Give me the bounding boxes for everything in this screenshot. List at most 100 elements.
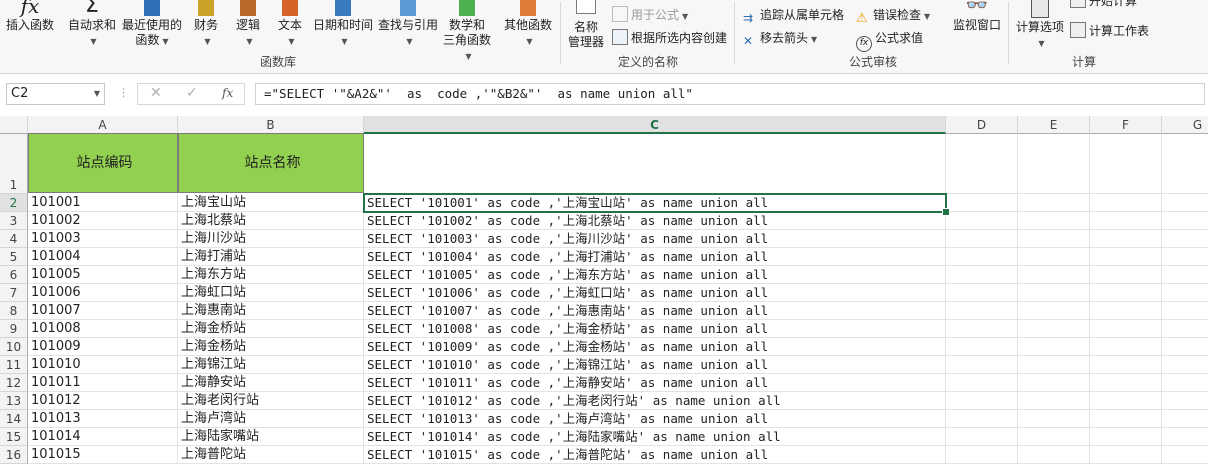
empty-cell[interactable] [1090, 230, 1162, 248]
financial-button[interactable]: 财务 ▼ [188, 0, 224, 49]
cancel-icon[interactable]: ✕ [150, 85, 162, 101]
empty-cell[interactable] [1162, 356, 1208, 374]
text-button[interactable]: 文本 ▼ [272, 0, 308, 49]
empty-cell[interactable] [1162, 428, 1208, 446]
empty-cell[interactable] [1018, 410, 1090, 428]
empty-cell[interactable] [1162, 284, 1208, 302]
empty-cell[interactable] [1090, 266, 1162, 284]
evaluate-formula-button[interactable]: fx 公式求值 [856, 29, 923, 52]
column-header-a[interactable]: A [28, 116, 178, 134]
calculate-sheet-button[interactable]: 计算工作表 [1070, 22, 1149, 40]
empty-cell[interactable] [1018, 248, 1090, 266]
empty-cell[interactable] [1018, 446, 1090, 464]
empty-cell[interactable] [1162, 248, 1208, 266]
name-box[interactable]: C2 ▼ [6, 83, 105, 105]
empty-cell[interactable] [1018, 302, 1090, 320]
empty-cell[interactable] [946, 356, 1018, 374]
empty-cell[interactable] [1018, 428, 1090, 446]
row-header-12[interactable]: 12 [0, 374, 28, 392]
empty-cell[interactable] [1018, 212, 1090, 230]
empty-cell[interactable] [946, 338, 1018, 356]
column-header-g[interactable]: G [1162, 116, 1208, 134]
watch-window-button[interactable]: 👓 监视窗口 [950, 0, 1004, 33]
cell-station-code[interactable]: 101006 [28, 284, 178, 302]
cell-station-name[interactable]: 上海金杨站 [178, 338, 364, 356]
cell-station-code[interactable]: 101005 [28, 266, 178, 284]
empty-cell[interactable] [1090, 392, 1162, 410]
empty-cell[interactable] [1162, 194, 1208, 212]
cell-station-code[interactable]: 101003 [28, 230, 178, 248]
cell-sql-formula-result[interactable]: SELECT '101009' as code ,'上海金杨站' as name… [364, 338, 946, 356]
row-header-3[interactable]: 3 [0, 212, 28, 230]
header-cell-station-name[interactable]: 站点名称 [178, 133, 364, 193]
cell-sql-formula-result[interactable]: SELECT '101004' as code ,'上海打浦站' as name… [364, 248, 946, 266]
empty-cell[interactable] [1162, 320, 1208, 338]
cell-station-code[interactable]: 101002 [28, 212, 178, 230]
cell-sql-formula-result[interactable]: SELECT '101005' as code ,'上海东方站' as name… [364, 266, 946, 284]
empty-cell[interactable] [1090, 338, 1162, 356]
cell-sql-formula-result[interactable]: SELECT '101013' as code ,'上海卢湾站' as name… [364, 410, 946, 428]
enter-icon[interactable]: ✓ [186, 85, 198, 101]
row-header-2[interactable]: 2 [0, 194, 28, 212]
cell-station-name[interactable]: 上海金桥站 [178, 320, 364, 338]
empty-cell[interactable] [1090, 374, 1162, 392]
empty-cell[interactable] [1162, 374, 1208, 392]
cell-station-code[interactable]: 101001 [28, 194, 178, 212]
empty-cell[interactable] [1090, 194, 1162, 212]
cell-sql-formula-result[interactable]: SELECT '101007' as code ,'上海惠南站' as name… [364, 302, 946, 320]
row-header-13[interactable]: 13 [0, 392, 28, 410]
column-header-c[interactable]: C [364, 116, 946, 134]
cell-station-code[interactable]: 101009 [28, 338, 178, 356]
empty-cell[interactable] [1018, 230, 1090, 248]
calculation-options-button[interactable]: 计算选项 ▼ [1012, 0, 1068, 51]
empty-cell[interactable] [946, 392, 1018, 410]
row-header-14[interactable]: 14 [0, 410, 28, 428]
column-header-e[interactable]: E [1018, 116, 1090, 134]
error-checking-button[interactable]: ⚠ 错误检查 ▼ [856, 6, 930, 26]
empty-cell[interactable] [946, 374, 1018, 392]
row-header-4[interactable]: 4 [0, 230, 28, 248]
row-header-10[interactable]: 10 [0, 338, 28, 356]
empty-cell[interactable] [946, 230, 1018, 248]
cell-station-name[interactable]: 上海老闵行站 [178, 392, 364, 410]
cell-station-name[interactable]: 上海卢湾站 [178, 410, 364, 428]
empty-cell[interactable] [1018, 284, 1090, 302]
cell-sql-formula-result[interactable]: SELECT '101008' as code ,'上海金桥站' as name… [364, 320, 946, 338]
empty-cell[interactable] [1162, 410, 1208, 428]
column-header-f[interactable]: F [1090, 116, 1162, 134]
empty-cell[interactable] [1162, 266, 1208, 284]
cell-station-name[interactable]: 上海虹口站 [178, 284, 364, 302]
column-header-d[interactable]: D [946, 116, 1018, 134]
empty-cell[interactable] [1162, 230, 1208, 248]
empty-cell[interactable] [1018, 374, 1090, 392]
cell-station-name[interactable]: 上海宝山站 [178, 194, 364, 212]
empty-cell[interactable] [1162, 338, 1208, 356]
empty-cell[interactable] [1018, 320, 1090, 338]
remove-arrows-button[interactable]: ✕ 移去箭头 ▼ [743, 29, 817, 48]
cell-station-name[interactable]: 上海北蔡站 [178, 212, 364, 230]
cell-station-code[interactable]: 101008 [28, 320, 178, 338]
cell-sql-formula-result[interactable]: SELECT '101014' as code ,'上海陆家嘴站' as nam… [364, 428, 946, 446]
row-header-6[interactable]: 6 [0, 266, 28, 284]
select-all-corner[interactable] [0, 116, 28, 134]
autosum-button[interactable]: Σ 自动求和▼ [66, 0, 118, 49]
empty-cell[interactable] [1162, 446, 1208, 464]
cell-station-name[interactable]: 上海普陀站 [178, 446, 364, 464]
empty-cell[interactable] [1090, 446, 1162, 464]
empty-cell[interactable] [1090, 134, 1162, 194]
cell-station-code[interactable]: 101015 [28, 446, 178, 464]
name-box-dropdown-icon[interactable]: ▼ [94, 84, 100, 104]
use-in-formula-button[interactable]: 用于公式 ▼ [612, 6, 688, 24]
empty-cell[interactable] [946, 320, 1018, 338]
empty-cell[interactable] [946, 134, 1018, 194]
create-from-selection-button[interactable]: 根据所选内容创建 [612, 29, 727, 47]
empty-cell[interactable] [1018, 392, 1090, 410]
empty-cell[interactable] [946, 446, 1018, 464]
empty-cell[interactable] [946, 284, 1018, 302]
cell-station-code[interactable]: 101012 [28, 392, 178, 410]
empty-cell[interactable] [1162, 392, 1208, 410]
empty-cell[interactable] [1162, 212, 1208, 230]
empty-cell[interactable] [1090, 302, 1162, 320]
insert-function-icon[interactable]: fx [222, 86, 233, 100]
calculate-now-button[interactable]: 开始计算 [1070, 0, 1137, 10]
